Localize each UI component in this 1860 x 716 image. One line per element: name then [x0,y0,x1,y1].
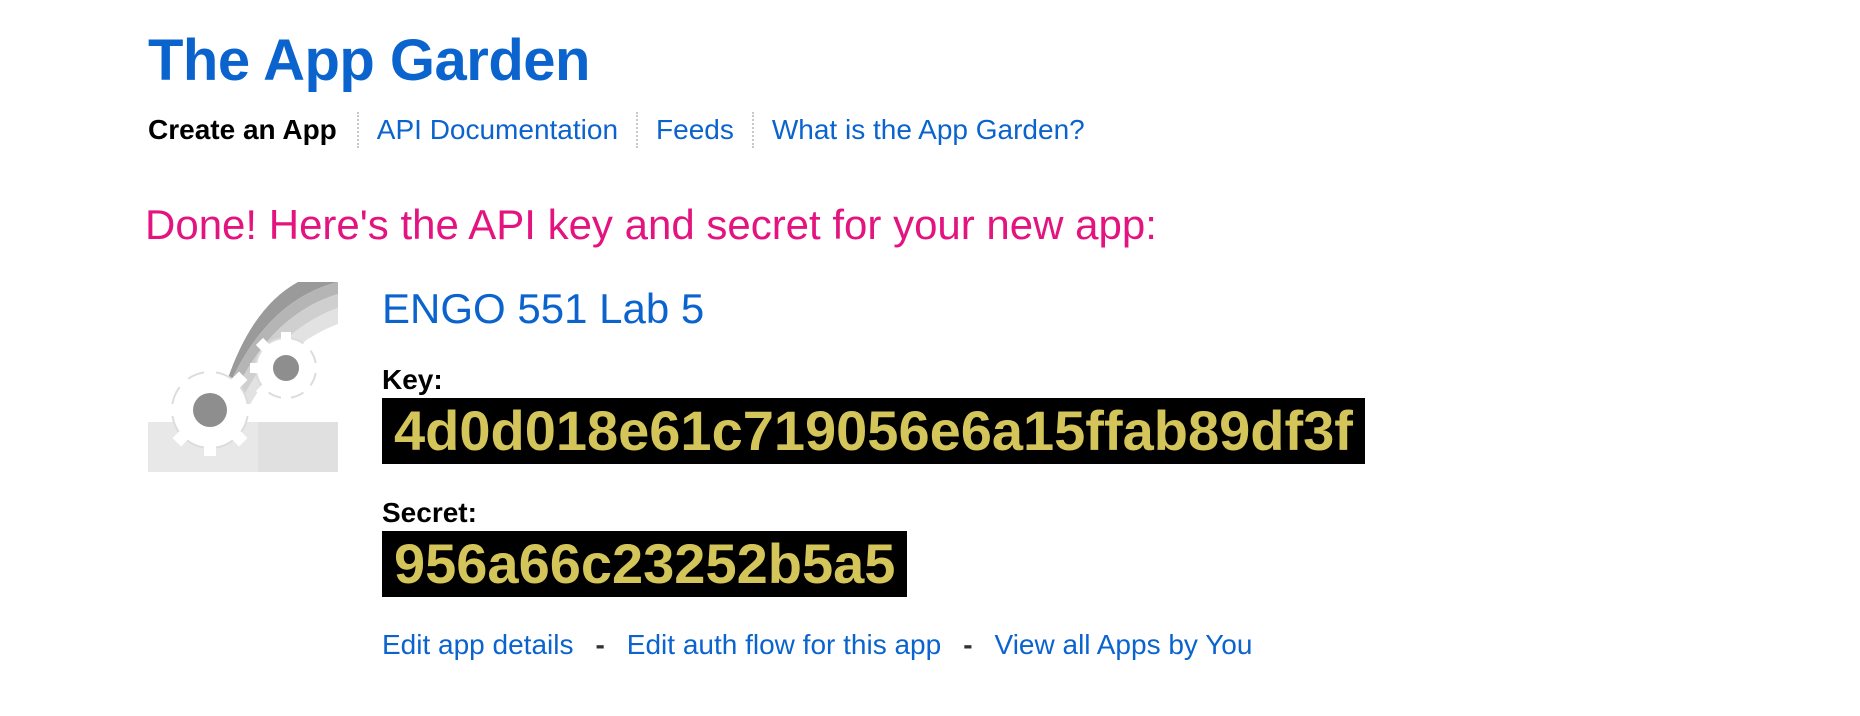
edit-app-details-link[interactable]: Edit app details [382,627,573,663]
main-nav: Create an App API Documentation Feeds Wh… [148,112,1103,148]
app-gears-icon [148,282,338,472]
done-heading: Done! Here's the API key and secret for … [145,201,1157,248]
nav-feeds[interactable]: Feeds [636,112,752,148]
app-garden-page: The App Garden Create an App API Documen… [0,0,1860,716]
view-all-apps-link[interactable]: View all Apps by You [995,627,1253,663]
api-secret-value: 956a66c23252b5a5 [382,531,908,597]
edit-auth-flow-link[interactable]: Edit auth flow for this app [627,627,941,663]
nav-what-is-app-garden[interactable]: What is the App Garden? [751,112,1103,148]
nav-api-documentation[interactable]: API Documentation [356,112,636,148]
nav-create-app: Create an App [148,114,337,145]
link-separator: - [963,629,973,660]
app-links: Edit app details - Edit auth flow for th… [382,627,1252,663]
secret-label: Secret: [382,497,477,528]
app-name: ENGO 551 Lab 5 [382,285,705,332]
api-key-value: 4d0d018e61c719056e6a15ffab89df3f [382,398,1365,464]
key-label: Key: [382,364,443,395]
site-title[interactable]: The App Garden [148,32,591,90]
link-separator: - [595,629,605,660]
